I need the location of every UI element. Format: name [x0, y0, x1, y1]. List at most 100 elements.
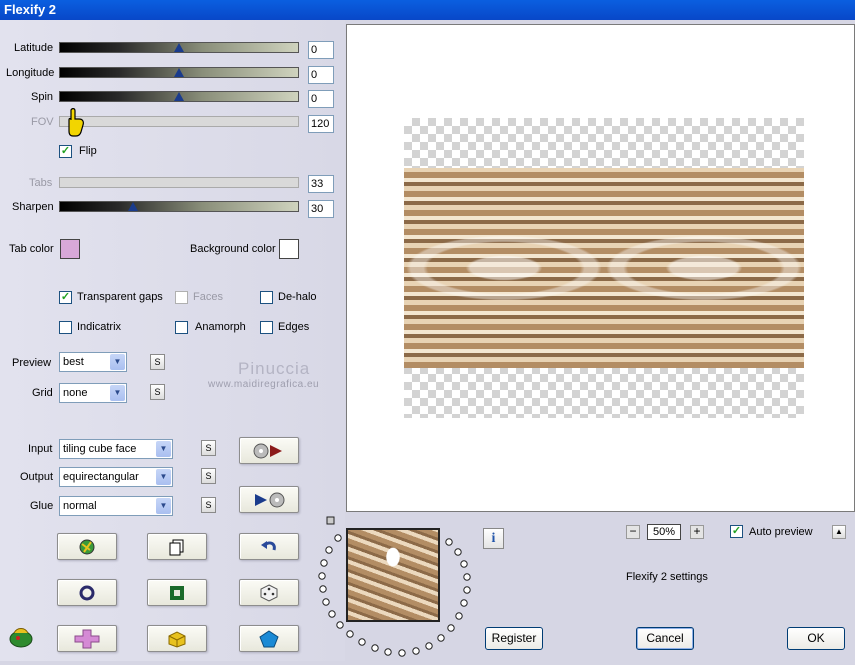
output-projection-value: equirectangular: [63, 471, 139, 483]
cancel-button[interactable]: Cancel: [636, 627, 694, 650]
output-save-button[interactable]: S: [201, 468, 216, 484]
collapse-panel-button[interactable]: ▲: [832, 525, 846, 539]
copy-button[interactable]: [147, 533, 207, 560]
glue-select[interactable]: normal ▼: [59, 496, 173, 516]
play-reverse-button[interactable]: [239, 486, 299, 513]
anamorph-checkbox[interactable]: [175, 321, 188, 334]
tabs-label: Tabs: [29, 177, 53, 189]
auto-preview-checkbox[interactable]: ✓: [730, 525, 743, 538]
glue-save-button[interactable]: S: [201, 497, 216, 513]
globe-icon: [79, 539, 95, 554]
grid-save-button[interactable]: S: [150, 384, 165, 400]
yellow-block-icon: [168, 630, 186, 648]
flip-label: Flip: [79, 145, 97, 157]
sharpen-value-field[interactable]: 30: [308, 200, 334, 218]
longitude-value-field[interactable]: 0: [308, 66, 334, 84]
preview-quality-value: best: [63, 356, 84, 368]
random-button[interactable]: [239, 579, 299, 606]
puzzle-button[interactable]: [57, 625, 117, 652]
pointing-hand-cursor-icon: [68, 108, 84, 137]
watermark-url: www.maidiregrafica.eu: [208, 379, 320, 390]
glue-value: normal: [63, 500, 97, 512]
play-disc-icon: [255, 492, 285, 507]
flexified-texture-image: [404, 168, 804, 368]
latitude-value-field[interactable]: 0: [308, 41, 334, 59]
chevron-down-icon: ▼: [110, 354, 125, 370]
input-save-button[interactable]: S: [201, 440, 216, 456]
faces-label: Faces: [193, 291, 223, 303]
undo-button[interactable]: [239, 533, 299, 560]
latitude-slider-thumb[interactable]: [174, 43, 184, 52]
faces-checkbox[interactable]: [175, 291, 188, 304]
tabs-value-field[interactable]: 33: [308, 175, 334, 193]
longitude-slider-thumb[interactable]: [174, 68, 184, 77]
longitude-slider[interactable]: [59, 67, 299, 78]
background-color-label: Background color: [190, 243, 276, 255]
block-button[interactable]: [147, 625, 207, 652]
spin-slider-thumb[interactable]: [174, 92, 184, 101]
ring-button[interactable]: [57, 579, 117, 606]
fov-label: FOV: [31, 116, 54, 128]
zoom-level: 50%: [647, 524, 681, 540]
preview-quality-label: Preview: [12, 357, 52, 369]
dice-icon: [260, 583, 278, 602]
chevron-down-icon: ▼: [156, 469, 171, 485]
zoom-in-button[interactable]: +: [690, 525, 704, 539]
spin-label: Spin: [31, 91, 54, 103]
grid-label: Grid: [32, 387, 53, 399]
input-projection-select[interactable]: tiling cube face ▼: [59, 439, 173, 459]
pentagon-icon: [259, 629, 279, 647]
transparent-gaps-label: Transparent gaps: [77, 291, 163, 303]
longitude-label: Longitude: [6, 67, 55, 79]
randomize-colors-button[interactable]: [57, 533, 117, 560]
spin-value-field[interactable]: 0: [308, 90, 334, 108]
watermark-name: Pinuccia: [238, 359, 311, 378]
disc-play-icon: [253, 443, 282, 458]
chevron-down-icon: ▼: [156, 441, 171, 457]
preview-quality-select[interactable]: best ▼: [59, 352, 127, 372]
glue-label: Glue: [30, 500, 54, 512]
navigator-thumbnail[interactable]: [346, 528, 440, 622]
fov-slider[interactable]: [59, 116, 299, 127]
latitude-slider[interactable]: [59, 42, 299, 53]
fov-value-field[interactable]: 120: [308, 115, 334, 133]
transparency-checkerboard: [404, 118, 804, 418]
output-projection-select[interactable]: equirectangular ▼: [59, 467, 173, 487]
spin-slider[interactable]: [59, 91, 299, 102]
flip-checkbox[interactable]: ✓: [59, 145, 72, 158]
tab-color-swatch[interactable]: [60, 239, 80, 259]
copy-icon: [169, 539, 184, 555]
edges-checkbox[interactable]: [260, 321, 273, 334]
input-projection-value: tiling cube face: [63, 443, 137, 455]
input-label: Input: [28, 443, 53, 455]
indicatrix-label: Indicatrix: [77, 321, 122, 333]
background-color-swatch[interactable]: [279, 239, 299, 259]
preview-save-button[interactable]: S: [150, 354, 165, 370]
indicatrix-checkbox[interactable]: [59, 321, 72, 334]
info-button[interactable]: i: [483, 528, 504, 549]
undo-arrow-icon: [261, 540, 276, 550]
transparent-gaps-checkbox[interactable]: ✓: [59, 291, 72, 304]
play-forward-button[interactable]: [239, 437, 299, 464]
shape-button[interactable]: [239, 625, 299, 652]
de-halo-checkbox[interactable]: [260, 291, 273, 304]
ok-button[interactable]: OK: [787, 627, 845, 650]
preview-canvas[interactable]: [346, 24, 855, 512]
sharpen-slider-thumb[interactable]: [128, 202, 138, 211]
de-halo-label: De-halo: [278, 291, 317, 303]
plugin-logo-icon: [9, 628, 33, 648]
anamorph-label: Anamorph: [195, 321, 246, 333]
latitude-label: Latitude: [14, 42, 54, 54]
zoom-out-button[interactable]: −: [626, 525, 640, 539]
grid-value: none: [63, 387, 88, 399]
chevron-down-icon: ▼: [110, 385, 125, 401]
register-button[interactable]: Register: [485, 627, 543, 650]
sharpen-slider[interactable]: [59, 201, 299, 212]
tab-color-label: Tab color: [9, 243, 54, 255]
frame-button[interactable]: [147, 579, 207, 606]
square-frame-icon: [170, 585, 184, 600]
tabs-slider[interactable]: [59, 177, 299, 188]
grid-select[interactable]: none ▼: [59, 383, 127, 403]
edges-label: Edges: [278, 321, 310, 333]
settings-status-text: Flexify 2 settings: [626, 571, 708, 583]
